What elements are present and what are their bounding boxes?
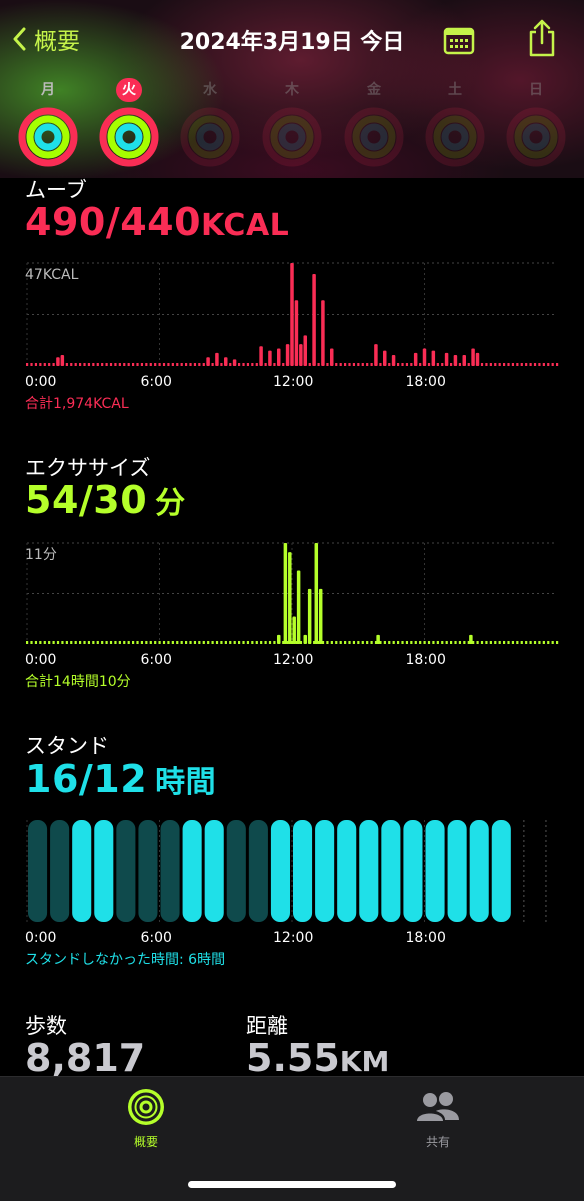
stand-bar bbox=[248, 820, 268, 922]
stand-bar bbox=[315, 820, 335, 922]
stand-bar bbox=[28, 820, 48, 922]
stand-bar bbox=[94, 820, 114, 922]
stand-bar bbox=[337, 820, 357, 922]
tab-summary-label: 概要 bbox=[133, 1135, 158, 1149]
stand-bar bbox=[359, 820, 379, 922]
stand-bar bbox=[403, 820, 423, 922]
stand-bar bbox=[204, 820, 224, 922]
x-tick-label: 12:00 bbox=[273, 930, 313, 946]
stand-bar bbox=[270, 820, 290, 922]
stand-bar bbox=[116, 820, 136, 922]
stand-bar bbox=[138, 820, 158, 922]
stand-chart: 0:00 6:00 12:00 18:00 bbox=[25, 820, 547, 946]
stand-bar bbox=[447, 820, 467, 922]
stand-bar bbox=[182, 820, 202, 922]
home-indicator bbox=[188, 1181, 396, 1188]
x-tick-label: 0:00 bbox=[25, 930, 56, 946]
x-tick-label: 18:00 bbox=[406, 930, 446, 946]
x-tick-label: 6:00 bbox=[141, 930, 172, 946]
stand-bar bbox=[226, 820, 246, 922]
stand-bar bbox=[50, 820, 70, 922]
stand-bar bbox=[425, 820, 445, 922]
stand-bar bbox=[491, 820, 511, 922]
stand-bar bbox=[469, 820, 489, 922]
steps-value: 8,817 bbox=[25, 1036, 146, 1080]
stand-bar bbox=[72, 820, 92, 922]
tab-sharing-label: 共有 bbox=[425, 1135, 450, 1149]
tab-summary[interactable]: 概要 bbox=[86, 1087, 206, 1150]
activity-rings-icon bbox=[128, 1089, 164, 1125]
stand-bar bbox=[293, 820, 313, 922]
stand-bar bbox=[381, 820, 401, 922]
stand-total: スタンドしなかった時間: 6時間 bbox=[25, 952, 226, 968]
stand-bar bbox=[160, 820, 180, 922]
people-icon bbox=[417, 1092, 459, 1121]
distance-number: 5.55 bbox=[246, 1036, 340, 1080]
distance-unit: KM bbox=[339, 1045, 390, 1078]
tab-sharing[interactable]: 共有 bbox=[378, 1087, 498, 1150]
distance-value: 5.55KM bbox=[246, 1036, 389, 1080]
